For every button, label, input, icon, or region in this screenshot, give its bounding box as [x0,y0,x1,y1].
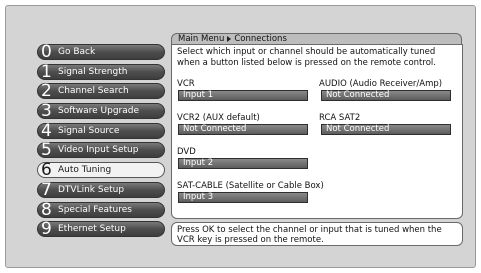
audio-input-select[interactable]: Not Connected [321,90,451,101]
dvd-input-select[interactable]: Input 2 [178,158,308,169]
vcr-input-select[interactable]: Input 1 [178,90,308,101]
instructions-text: Select which input or channel should be … [177,47,436,68]
breadcrumb-current: Connections [234,34,287,44]
menu-item-number: 5 [41,140,52,161]
breadcrumb: Main Menu Connections [171,33,462,44]
menu-item-special-features[interactable]: 8 Special Features [37,199,165,220]
menu-item-label: Software Upgrade [58,106,140,117]
menu-item-label: Signal Source [58,125,120,136]
breadcrumb-arrow-icon [227,36,232,42]
menu-item-software-upgrade[interactable]: 3 Software Upgrade [37,101,165,122]
rca-sat2-input-select[interactable]: Not Connected [321,124,451,135]
menu-item-label: Signal Strength [58,66,128,77]
help-footer: Press OK to select the channel or input … [171,222,463,246]
vcr2-input-select[interactable]: Not Connected [178,124,308,135]
menu-item-number: 9 [41,219,52,240]
menu-item-label: DTVLink Setup [58,184,125,195]
menu-item-channel-search[interactable]: 2 Channel Search [37,81,165,102]
vcr-label: VCR [177,79,195,89]
menu-item-number: 3 [41,101,52,122]
dvd-label: DVD [177,147,196,157]
audio-label: AUDIO (Audio Receiver/Amp) [319,79,443,89]
menu-item-label: Go Back [58,47,96,57]
menu-item-signal-strength[interactable]: 1 Signal Strength [37,61,165,82]
menu-item-signal-source[interactable]: 4 Signal Source [37,120,165,141]
menu-item-label: Auto Tuning [58,165,112,176]
menu-item-number: 7 [41,179,52,200]
menu-item-number: 2 [41,81,52,102]
vcr2-label: VCR2 (AUX default) [177,113,260,123]
menu-item-go-back[interactable]: 0 Go Back [37,42,165,62]
menu-item-number: 0 [41,42,52,62]
menu-item-ethernet-setup[interactable]: 9 Ethernet Setup [37,219,165,240]
sat-cable-label: SAT-CABLE (Satellite or Cable Box) [177,181,324,191]
help-text: Press OK to select the channel or input … [177,225,442,245]
main-menu: 0 Go Back 1 Signal Strength 2 Channel Se… [37,44,165,241]
menu-item-label: Channel Search [58,86,129,97]
menu-item-label: Video Input Setup [58,145,139,156]
connections-panel: Select which input or channel should be … [171,44,463,219]
menu-item-video-input-setup[interactable]: 5 Video Input Setup [37,140,165,161]
sat-cable-input-select[interactable]: Input 3 [178,192,308,203]
menu-item-number: 6 [41,160,52,181]
menu-item-number: 1 [41,61,52,82]
breadcrumb-root: Main Menu [178,34,225,44]
menu-item-dtvlink-setup[interactable]: 7 DTVLink Setup [37,179,165,200]
rca-sat2-label: RCA SAT2 [319,113,361,123]
menu-item-auto-tuning[interactable]: 6 Auto Tuning [37,160,165,181]
menu-item-number: 8 [41,199,52,220]
menu-item-label: Ethernet Setup [58,224,126,235]
menu-item-label: Special Features [58,204,132,215]
menu-item-number: 4 [41,120,52,141]
tv-screen: 0 Go Back 1 Signal Strength 2 Channel Se… [5,5,476,268]
